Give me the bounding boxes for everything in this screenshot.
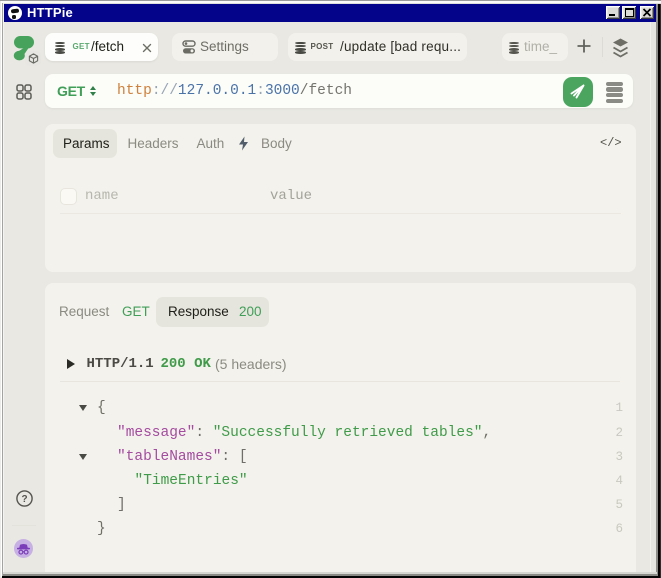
svg-text:?: ?: [21, 494, 27, 505]
